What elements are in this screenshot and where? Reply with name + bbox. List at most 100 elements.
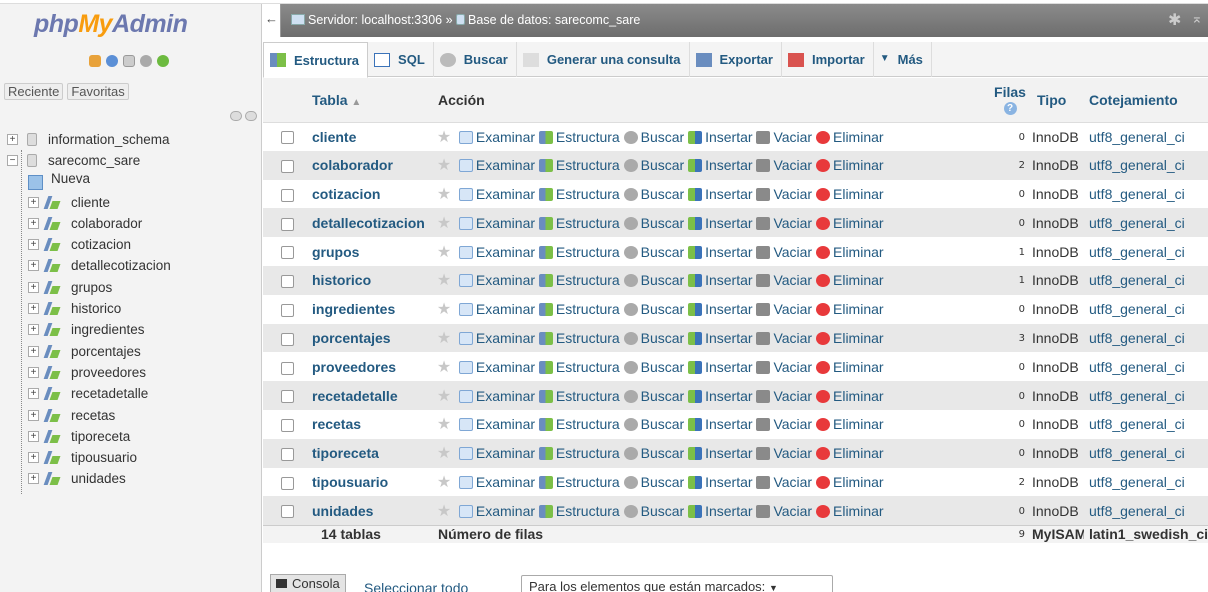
tab-sql[interactable]: SQL — [368, 42, 434, 77]
sidebar-table-label[interactable]: historico — [71, 298, 121, 319]
insert-link[interactable]: Insertar — [688, 388, 753, 404]
drop-link[interactable]: Eliminar — [816, 445, 884, 461]
browse-link[interactable]: Examinar — [458, 129, 535, 145]
new-table-label[interactable]: Nueva — [51, 168, 90, 189]
collapse-nav-button[interactable]: ← — [263, 4, 281, 37]
row-checkbox[interactable] — [281, 447, 294, 461]
tab-buscar[interactable]: Buscar — [434, 42, 517, 77]
select-all-link[interactable]: Seleccionar todo — [364, 580, 468, 592]
search-link[interactable]: Buscar — [623, 359, 684, 375]
table-name-link[interactable]: recetadetalle — [312, 388, 398, 404]
browse-link[interactable]: Examinar — [458, 388, 535, 404]
favorite-star-icon[interactable]: ★ — [433, 270, 455, 290]
drop-link[interactable]: Eliminar — [816, 272, 884, 288]
favorite-star-icon[interactable]: ★ — [433, 328, 455, 348]
insert-link[interactable]: Insertar — [688, 301, 753, 317]
reload-icon[interactable] — [157, 55, 169, 67]
sidebar-table-item[interactable]: + cliente — [0, 192, 262, 213]
drop-link[interactable]: Eliminar — [816, 388, 884, 404]
tab-mas[interactable]: ▼ Más — [874, 42, 932, 77]
sidebar-table-item[interactable]: + recetas — [0, 405, 262, 426]
expand-icon[interactable]: + — [28, 260, 39, 272]
empty-link[interactable]: Vaciar — [756, 359, 812, 375]
drop-link[interactable]: Eliminar — [816, 503, 884, 519]
browse-link[interactable]: Examinar — [458, 416, 535, 432]
table-name-link[interactable]: porcentajes — [312, 330, 391, 346]
row-checkbox[interactable] — [281, 159, 294, 173]
sidebar-table-item[interactable]: + tiporeceta — [0, 426, 262, 447]
settings-icon[interactable] — [140, 55, 152, 67]
browse-link[interactable]: Examinar — [458, 503, 535, 519]
search-link[interactable]: Buscar — [623, 445, 684, 461]
expand-icon[interactable]: + — [28, 430, 39, 442]
search-link[interactable]: Buscar — [623, 301, 684, 317]
drop-link[interactable]: Eliminar — [816, 215, 884, 231]
row-checkbox[interactable] — [281, 505, 294, 519]
table-name-link[interactable]: unidades — [312, 503, 373, 519]
expand-icon[interactable]: + — [7, 134, 18, 145]
browse-link[interactable]: Examinar — [458, 330, 535, 346]
gear-icon[interactable]: ✱ — [1168, 10, 1181, 30]
drop-link[interactable]: Eliminar — [816, 301, 884, 317]
sidebar-table-item[interactable]: + colaborador — [0, 213, 262, 234]
tab-importar[interactable]: Importar — [782, 42, 874, 77]
insert-link[interactable]: Insertar — [688, 359, 753, 375]
empty-link[interactable]: Vaciar — [756, 416, 812, 432]
empty-link[interactable]: Vaciar — [756, 244, 812, 260]
row-checkbox[interactable] — [281, 332, 294, 346]
sidebar-table-label[interactable]: grupos — [71, 277, 112, 298]
database-node[interactable]: − sarecomc_sare — [0, 150, 262, 171]
structure-link[interactable]: Estructura — [538, 301, 620, 317]
sidebar-table-label[interactable]: ingredientes — [71, 319, 145, 340]
expand-icon[interactable]: + — [28, 388, 39, 400]
favorite-star-icon[interactable]: ★ — [433, 299, 455, 319]
favorite-star-icon[interactable]: ★ — [433, 155, 455, 175]
search-link[interactable]: Buscar — [623, 416, 684, 432]
sidebar-table-item[interactable]: + historico — [0, 298, 262, 319]
search-link[interactable]: Buscar — [623, 186, 684, 202]
insert-link[interactable]: Insertar — [688, 416, 753, 432]
sidebar-table-label[interactable]: cliente — [71, 192, 110, 213]
search-link[interactable]: Buscar — [623, 272, 684, 288]
empty-link[interactable]: Vaciar — [756, 301, 812, 317]
collapse-icon[interactable]: ⌅ — [1191, 10, 1203, 27]
sidebar-table-label[interactable]: tipousuario — [71, 447, 137, 468]
favorite-star-icon[interactable]: ★ — [433, 127, 455, 147]
expand-icon[interactable]: + — [28, 366, 39, 378]
insert-link[interactable]: Insertar — [688, 157, 753, 173]
table-name-link[interactable]: tiporeceta — [312, 445, 379, 461]
insert-link[interactable]: Insertar — [688, 129, 753, 145]
structure-link[interactable]: Estructura — [538, 445, 620, 461]
table-name-link[interactable]: historico — [312, 272, 371, 288]
empty-link[interactable]: Vaciar — [756, 388, 812, 404]
structure-link[interactable]: Estructura — [538, 359, 620, 375]
sidebar-table-item[interactable]: + proveedores — [0, 362, 262, 383]
insert-link[interactable]: Insertar — [688, 215, 753, 231]
sidebar-table-label[interactable]: recetas — [71, 405, 115, 426]
favorite-star-icon[interactable]: ★ — [433, 472, 455, 492]
row-checkbox[interactable] — [281, 131, 294, 145]
browse-link[interactable]: Examinar — [458, 359, 535, 375]
sidebar-table-label[interactable]: recetadetalle — [71, 383, 148, 404]
structure-link[interactable]: Estructura — [538, 503, 620, 519]
favorite-star-icon[interactable]: ★ — [433, 414, 455, 434]
empty-link[interactable]: Vaciar — [756, 215, 812, 231]
sidebar-table-label[interactable]: tiporeceta — [71, 426, 130, 447]
structure-link[interactable]: Estructura — [538, 157, 620, 173]
collapse-all-icon[interactable] — [230, 111, 242, 121]
insert-link[interactable]: Insertar — [688, 272, 753, 288]
favorite-star-icon[interactable]: ★ — [433, 184, 455, 204]
insert-link[interactable]: Insertar — [688, 244, 753, 260]
drop-link[interactable]: Eliminar — [816, 474, 884, 490]
collapse-icon[interactable]: − — [7, 155, 18, 167]
breadcrumb-server[interactable]: Servidor: localhost:3306 — [308, 13, 442, 27]
expand-icon[interactable]: + — [28, 345, 39, 357]
sidebar-table-item[interactable]: + recetadetalle — [0, 383, 262, 404]
drop-link[interactable]: Eliminar — [816, 359, 884, 375]
sidebar-table-label[interactable]: colaborador — [71, 213, 142, 234]
browse-link[interactable]: Examinar — [458, 445, 535, 461]
insert-link[interactable]: Insertar — [688, 503, 753, 519]
expand-icon[interactable]: + — [28, 409, 39, 421]
expand-icon[interactable]: + — [28, 281, 39, 293]
drop-link[interactable]: Eliminar — [816, 330, 884, 346]
